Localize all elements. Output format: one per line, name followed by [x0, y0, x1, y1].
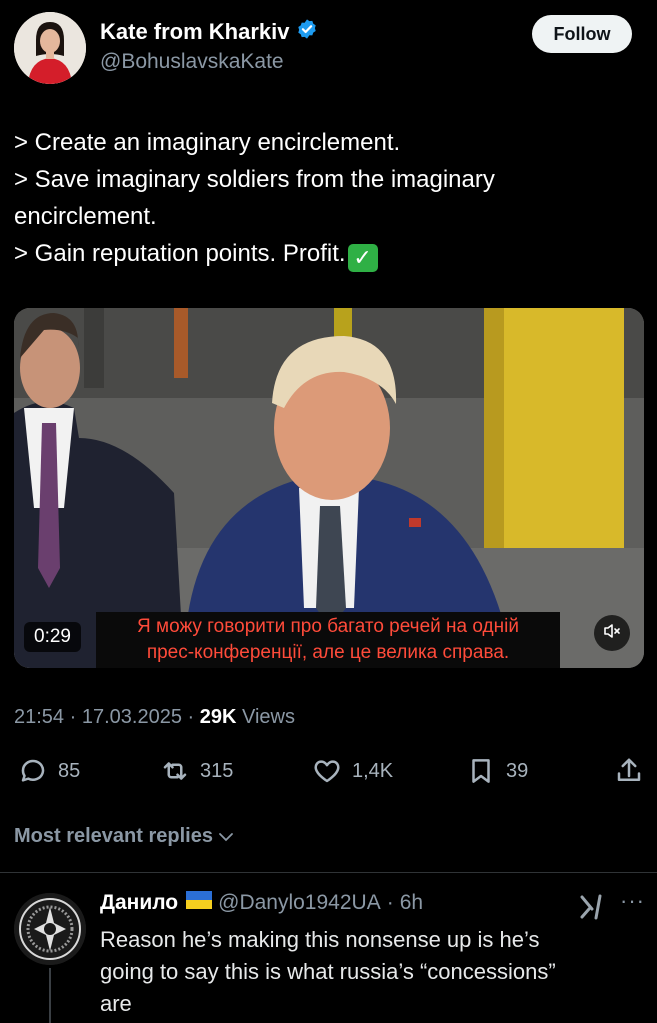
subtitle-line: прес-конференції, але це велика справа.: [146, 642, 510, 663]
verified-badge-icon: [296, 18, 318, 46]
tweet-line: > Create an imaginary encirclement.: [14, 129, 401, 156]
tweet-date[interactable]: 17.03.2025: [82, 706, 182, 728]
tweet-line: > Gain reputation points. Profit.: [14, 240, 346, 267]
reply-line: Reason he’s making this nonsense up is h…: [100, 927, 540, 952]
author-handle[interactable]: @BohuslavskaKate: [100, 50, 284, 74]
separator-dot: ·: [69, 706, 82, 728]
action-bar: 85 315 1,4K 39: [14, 756, 644, 792]
reply-text: Reason he’s making this nonsense up is h…: [100, 924, 630, 1020]
subtitle-line: Я можу говорити про багато речей на одні…: [137, 616, 519, 637]
bookmark-count: 39: [506, 759, 529, 782]
reply-header: Данило @Danylo1942UA · 6h: [100, 891, 423, 915]
reply-count: 85: [58, 759, 81, 782]
ukraine-flag-icon: [186, 891, 213, 909]
divider: [0, 872, 657, 873]
tweet-time[interactable]: 21:54: [14, 706, 64, 728]
reply-avatar[interactable]: [14, 893, 86, 965]
share-button[interactable]: [614, 756, 644, 786]
tweet-meta: 21:54 · 17.03.2025 · 29K Views: [14, 706, 295, 729]
mute-button[interactable]: [594, 615, 630, 651]
video-subtitle: Я можу говорити про багато речей на одні…: [96, 612, 560, 668]
bookmark-icon: [472, 759, 490, 783]
heart-icon: [314, 760, 340, 783]
author-name-row[interactable]: Kate from Kharkiv: [100, 18, 318, 46]
reply-author-handle[interactable]: @Danylo1942UA: [218, 891, 381, 915]
repost-icon: [163, 762, 187, 780]
repost-count: 315: [200, 759, 234, 782]
views-label: Views: [242, 706, 295, 728]
video-duration: 0:29: [24, 622, 81, 652]
tweet-line: encirclement.: [14, 203, 157, 230]
more-options-icon[interactable]: ···: [620, 888, 645, 914]
like-button[interactable]: 1,4K: [312, 756, 393, 786]
views-count: 29K: [199, 706, 237, 728]
chevron-down-icon: [219, 832, 233, 841]
thread-line: [49, 968, 51, 1023]
tweet-line: > Save imaginary soldiers from the imagi…: [14, 166, 495, 193]
reply-button[interactable]: 85: [18, 756, 80, 786]
repost-button[interactable]: 315: [160, 756, 233, 786]
reply-author-name[interactable]: Данило: [100, 891, 178, 915]
separator-dot: ·: [386, 891, 394, 914]
grok-icon[interactable]: [578, 893, 606, 926]
check-mark-emoji-icon: ✓: [347, 244, 378, 272]
reply-icon: [21, 759, 45, 782]
share-icon: [617, 758, 641, 781]
replies-sort-dropdown[interactable]: Most relevant replies: [14, 825, 235, 848]
author-avatar[interactable]: [14, 12, 86, 84]
separator-dot: ·: [187, 706, 200, 728]
like-count: 1,4K: [352, 759, 394, 782]
author-name[interactable]: Kate from Kharkiv: [100, 19, 290, 45]
follow-button[interactable]: Follow: [532, 15, 632, 53]
tweet-text: > Create an imaginary encirclement. > Sa…: [14, 124, 634, 272]
reply-line: going to say this is what russia’s “conc…: [100, 959, 556, 984]
speaker-muted-icon: [602, 621, 622, 646]
reply-line: are: [100, 991, 132, 1016]
reply-age: 6h: [399, 891, 424, 914]
replies-sort-label: Most relevant replies: [14, 825, 213, 847]
tweet-line-last: > Gain reputation points. Profit. ✓: [14, 235, 634, 272]
bookmark-button[interactable]: 39: [466, 756, 528, 786]
